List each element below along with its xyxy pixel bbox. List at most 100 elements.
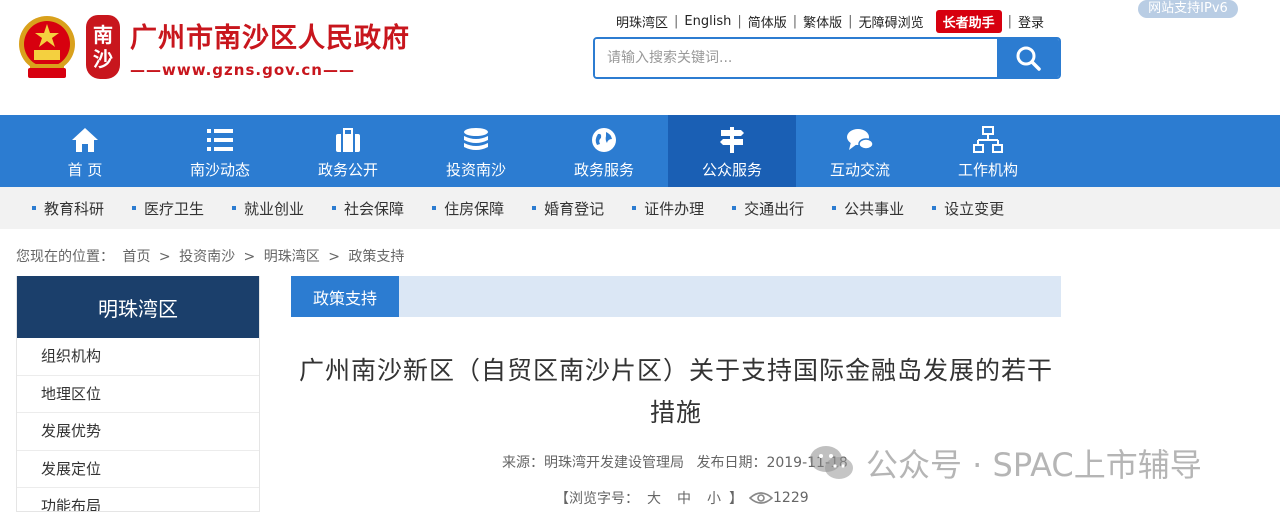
site-logo[interactable]: 南 沙 广州市南沙区人民政府 ——www.gzns.gov.cn—— xyxy=(16,14,410,80)
sidebar-title: 明珠湾区 xyxy=(17,276,259,338)
subnav-label: 教育科研 xyxy=(44,199,105,218)
font-size-bar: 【浏览字号： 大 中 小 】 1229 xyxy=(555,488,809,508)
nav-label: 公众服务 xyxy=(701,161,762,179)
font-size-label: 【浏览字号： xyxy=(555,491,639,507)
seal-char-1: 南 xyxy=(93,23,113,47)
page: 南 沙 广州市南沙区人民政府 ——www.gzns.gov.cn—— 明珠湾区 … xyxy=(0,0,1280,512)
breadcrumb: 您现在的位置： 首页 > 投资南沙 > 明珠湾区 > 政策支持 xyxy=(16,246,408,266)
search-icon xyxy=(1016,46,1041,71)
subnav-label: 证件办理 xyxy=(644,199,705,218)
nav-label: 互动交流 xyxy=(829,161,890,179)
nav-label: 南沙动态 xyxy=(189,161,250,179)
breadcrumb-mingzhuwan[interactable]: 明珠湾区 xyxy=(264,249,320,265)
tab-policy-support[interactable]: 政策支持 xyxy=(291,276,399,317)
view-count-value: 1229 xyxy=(773,490,809,506)
subnav-item-housing[interactable]: 住房保障 xyxy=(432,198,504,219)
sidebar-item-positioning[interactable]: 发展定位 xyxy=(17,451,259,488)
org-chart-icon xyxy=(973,126,1003,153)
breadcrumb-separator: > xyxy=(328,249,340,265)
nav-item-public[interactable]: 公众服务 xyxy=(668,115,796,187)
subnav-item-education[interactable]: 教育科研 xyxy=(32,198,104,219)
coins-icon xyxy=(464,128,488,150)
article-source: 来源：明珠湾开发建设管理局 xyxy=(502,455,684,471)
nav-item-services[interactable]: 政务服务 xyxy=(540,115,668,187)
header: 南 沙 广州市南沙区人民政府 ——www.gzns.gov.cn—— 明珠湾区 … xyxy=(0,0,1280,115)
font-size-large[interactable]: 大 xyxy=(647,488,661,508)
sidebar-item-layout[interactable]: 功能布局 xyxy=(17,488,259,511)
subnav-item-marriage[interactable]: 婚育登记 xyxy=(532,198,604,219)
font-size-medium[interactable]: 中 xyxy=(677,488,691,508)
wechat-icon xyxy=(810,446,853,479)
subnav-item-employment[interactable]: 就业创业 xyxy=(232,198,304,219)
site-text: 广州市南沙区人民政府 ——www.gzns.gov.cn—— xyxy=(130,16,410,79)
login-link[interactable]: 登录 xyxy=(1012,12,1050,31)
toplink-accessibility[interactable]: 无障碍浏览 xyxy=(853,12,930,31)
nav-label: 工作机构 xyxy=(957,161,1018,179)
breadcrumb-separator: > xyxy=(158,249,171,265)
subnav-label: 住房保障 xyxy=(444,199,505,218)
watermark: 公众号 · SPAC上市辅导 xyxy=(808,440,1202,486)
seal-char-2: 沙 xyxy=(93,47,113,71)
article-meta: 来源：明珠湾开发建设管理局 发布日期：2019-11-18 xyxy=(502,452,856,472)
globe-icon xyxy=(592,128,616,152)
ipv6-badge: 网站支持IPv6 xyxy=(1138,0,1238,18)
subnav-item-utilities[interactable]: 公共事业 xyxy=(832,198,904,219)
nav-item-org[interactable]: 工作机构 xyxy=(924,115,1052,187)
nav-item-invest[interactable]: 投资南沙 xyxy=(412,115,540,187)
toplink-traditional[interactable]: 繁体版 xyxy=(797,12,848,31)
article-title: 广州南沙新区（自贸区南沙片区）关于支持国际金融岛发展的若干措施 xyxy=(298,356,1053,427)
subnav-item-transport[interactable]: 交通出行 xyxy=(732,198,804,219)
main-nav: 首 页 南沙动态 政务公开 投资南沙 政务服务 公众服务 互动交流 工作机构 xyxy=(0,115,1280,187)
nav-item-interact[interactable]: 互动交流 xyxy=(796,115,924,187)
toplink-simplified[interactable]: 简体版 xyxy=(742,12,793,31)
bullet-icon xyxy=(532,206,537,210)
subnav-label: 就业创业 xyxy=(244,199,305,218)
chat-icon xyxy=(847,129,874,150)
site-url: ——www.gzns.gov.cn—— xyxy=(130,60,355,79)
subnav-item-social-security[interactable]: 社会保障 xyxy=(332,198,404,219)
breadcrumb-invest[interactable]: 投资南沙 xyxy=(179,249,235,265)
bullet-icon xyxy=(632,206,637,210)
bullet-icon xyxy=(32,206,36,210)
breadcrumb-separator: > xyxy=(243,249,256,265)
breadcrumb-prefix: 您现在的位置： xyxy=(16,249,114,265)
sidebar: 明珠湾区 组织机构 地理区位 发展优势 发展定位 功能布局 xyxy=(16,276,260,512)
signpost-icon xyxy=(720,127,744,153)
font-size-small[interactable]: 小 xyxy=(707,488,721,508)
bullet-icon xyxy=(432,206,437,210)
breadcrumb-policy[interactable]: 政策支持 xyxy=(348,249,404,265)
nav-item-news[interactable]: 南沙动态 xyxy=(156,115,284,187)
nav-label: 政务公开 xyxy=(317,161,378,179)
subnav-label: 设立变更 xyxy=(944,199,1005,218)
subnav-label: 婚育登记 xyxy=(544,199,605,218)
section-tab-bar: 政策支持 xyxy=(291,276,1061,317)
sidebar-item-advantages[interactable]: 发展优势 xyxy=(17,413,259,451)
search-box xyxy=(593,37,1061,79)
toplink-mingzhuwan[interactable]: 明珠湾区 xyxy=(610,12,674,31)
subnav-label: 社会保障 xyxy=(344,199,405,218)
eye-icon xyxy=(749,492,773,504)
font-size-close: 】 xyxy=(729,491,743,507)
nav-label: 投资南沙 xyxy=(445,161,506,179)
sidebar-item-organization[interactable]: 组织机构 xyxy=(17,338,259,376)
bullet-icon xyxy=(732,206,737,210)
watermark-text: 公众号 · SPAC上市辅导 xyxy=(866,446,1202,484)
nansha-seal: 南 沙 xyxy=(86,15,120,79)
subnav-item-registration[interactable]: 设立变更 xyxy=(932,198,1004,219)
nav-item-home[interactable]: 首 页 xyxy=(21,115,149,187)
subnav-item-certificates[interactable]: 证件办理 xyxy=(632,198,704,219)
sidebar-item-location[interactable]: 地理区位 xyxy=(17,376,259,413)
sub-nav: 教育科研 医疗卫生 就业创业 社会保障 住房保障 婚育登记 证件办理 交通出行 … xyxy=(0,187,1280,229)
search-button[interactable] xyxy=(997,39,1059,77)
toplink-english[interactable]: English xyxy=(678,14,737,29)
nav-item-gov-open[interactable]: 政务公开 xyxy=(284,115,412,187)
breadcrumb-home[interactable]: 首页 xyxy=(122,249,150,265)
home-icon xyxy=(72,128,98,152)
bullet-icon xyxy=(232,206,237,210)
subnav-label: 交通出行 xyxy=(744,199,805,218)
elder-assistant-button[interactable]: 长者助手 xyxy=(935,10,1002,33)
bullet-icon xyxy=(132,206,137,210)
list-icon xyxy=(207,129,233,151)
subnav-item-medical[interactable]: 医疗卫生 xyxy=(132,198,204,219)
search-input[interactable] xyxy=(595,39,997,77)
